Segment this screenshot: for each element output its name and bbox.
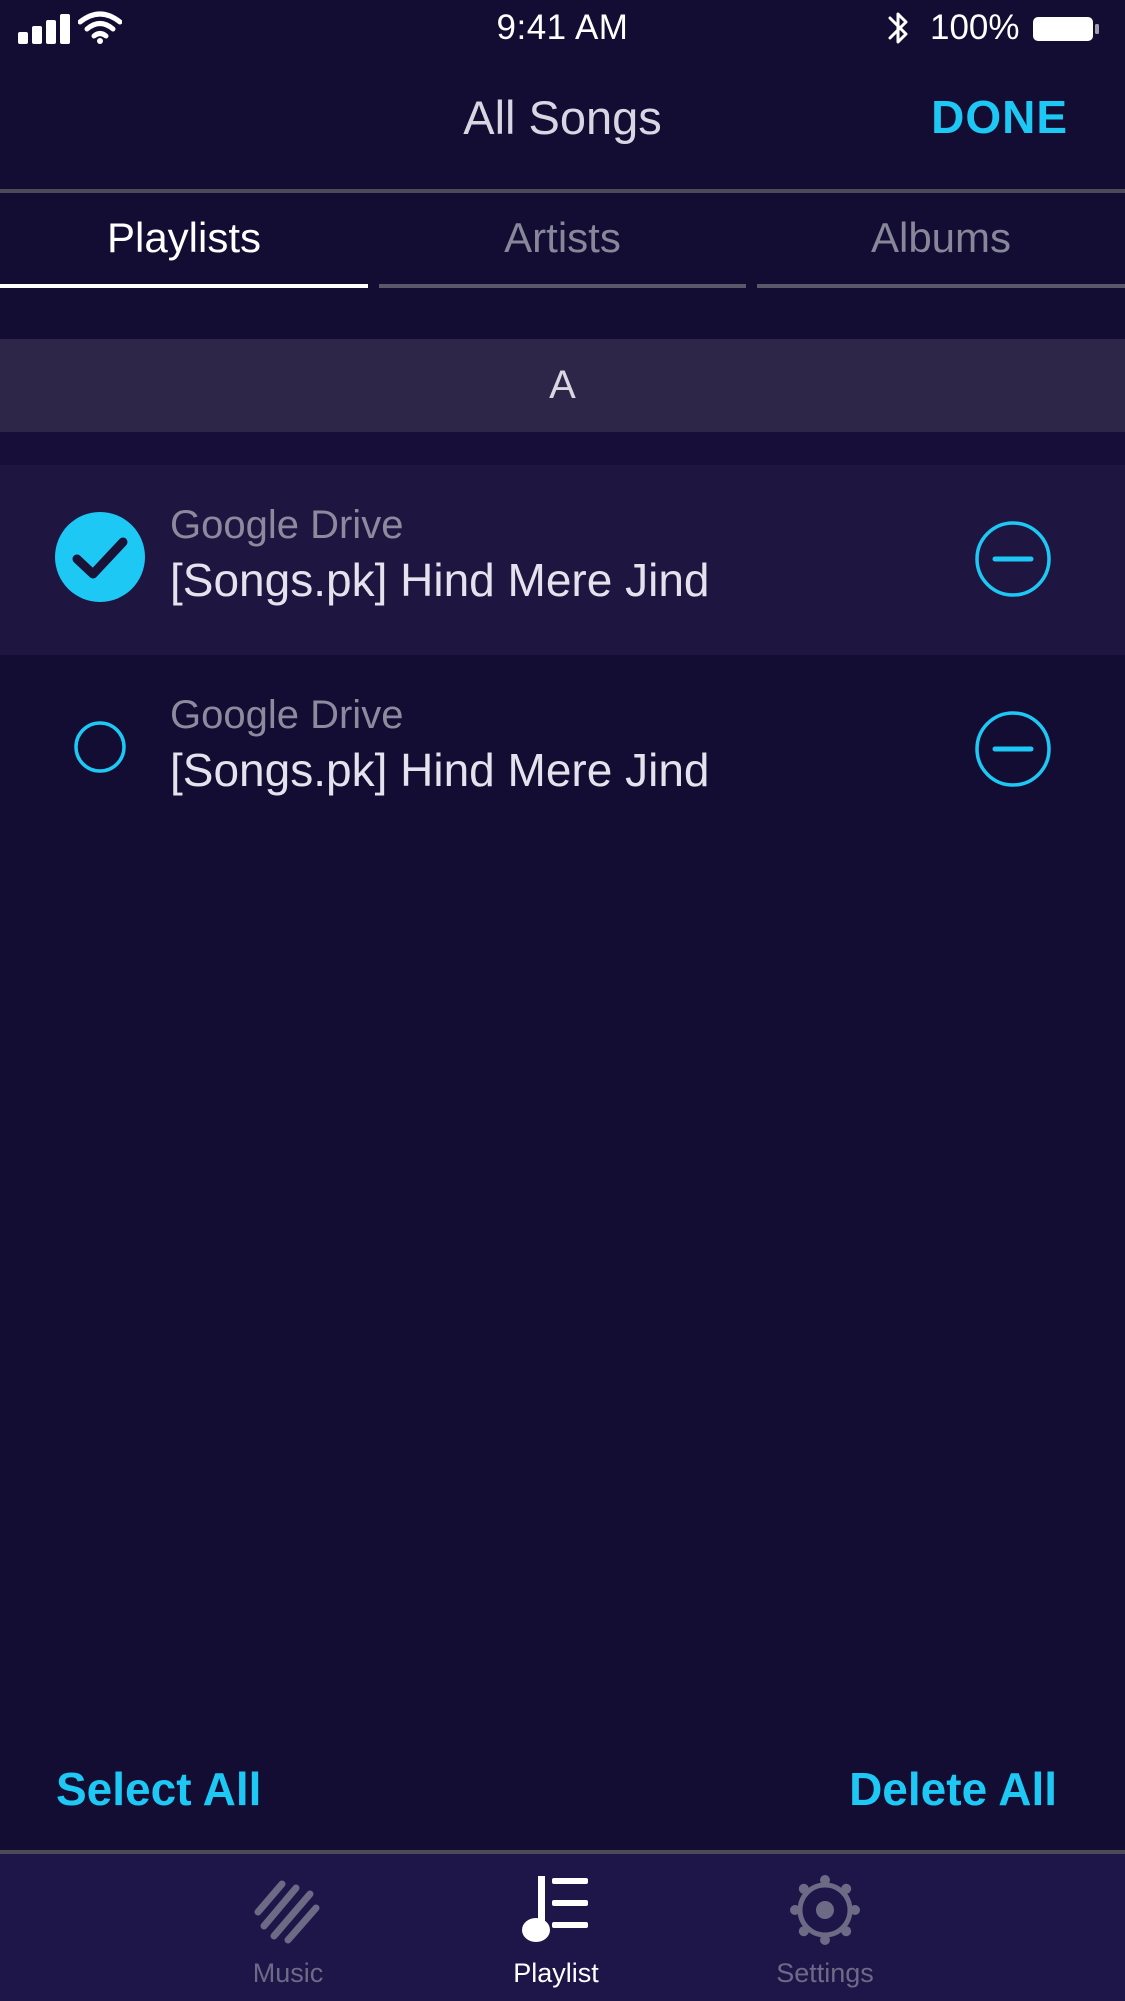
tab-bar-label: Playlist [513, 1958, 599, 1988]
status-bar: 9:41 AM 100% [0, 0, 1125, 58]
segment-tabs: Playlists Artists Albums [0, 193, 1125, 293]
song-title: [Songs.pk] Hind Mere Jind [170, 554, 710, 606]
battery-percent: 100% [930, 8, 1020, 47]
section-header: A [0, 339, 1125, 432]
bluetooth-icon [888, 12, 908, 44]
tab-underline [379, 284, 746, 288]
tab-artists[interactable]: Artists [379, 193, 746, 293]
tab-underline [757, 284, 1125, 288]
tab-label: Artists [504, 214, 621, 261]
gear-icon [790, 1875, 860, 1945]
battery-icon [1033, 17, 1099, 41]
tab-bar-playlist[interactable]: Playlist [456, 1854, 656, 2001]
tab-albums[interactable]: Albums [757, 193, 1125, 293]
remove-icon[interactable] [974, 710, 1052, 788]
checkbox-unchecked-icon[interactable] [74, 721, 126, 773]
done-button[interactable]: DONE [931, 90, 1068, 144]
song-source: Google Drive [170, 693, 404, 737]
music-bars-icon [254, 1880, 320, 1944]
tab-underline [0, 284, 368, 288]
section-spacer [0, 432, 1125, 465]
screen: 9:41 AM 100% All Songs DONE Playlists Ar… [0, 0, 1125, 2001]
checkbox-checked-icon[interactable] [55, 512, 145, 602]
song-row[interactable]: Google Drive [Songs.pk] Hind Mere Jind [0, 465, 1125, 655]
tab-bar: Music Playlist Settings [0, 1854, 1125, 2001]
song-source: Google Drive [170, 503, 404, 547]
tab-bar-label: Music [252, 1958, 324, 1988]
song-row[interactable]: Google Drive [Songs.pk] Hind Mere Jind [0, 655, 1125, 845]
tab-label: Playlists [106, 214, 262, 261]
tab-bar-settings[interactable]: Settings [725, 1854, 925, 2001]
delete-all-button[interactable]: Delete All [849, 1762, 1057, 1816]
tab-bar-label: Settings [776, 1958, 874, 1988]
remove-icon[interactable] [974, 520, 1052, 598]
song-title: [Songs.pk] Hind Mere Jind [170, 744, 710, 796]
tab-label: Albums [870, 214, 1012, 261]
select-all-button[interactable]: Select All [56, 1762, 261, 1816]
playlist-icon [522, 1876, 588, 1942]
tab-bar-music[interactable]: Music [188, 1854, 388, 2001]
tab-playlists[interactable]: Playlists [0, 193, 368, 293]
